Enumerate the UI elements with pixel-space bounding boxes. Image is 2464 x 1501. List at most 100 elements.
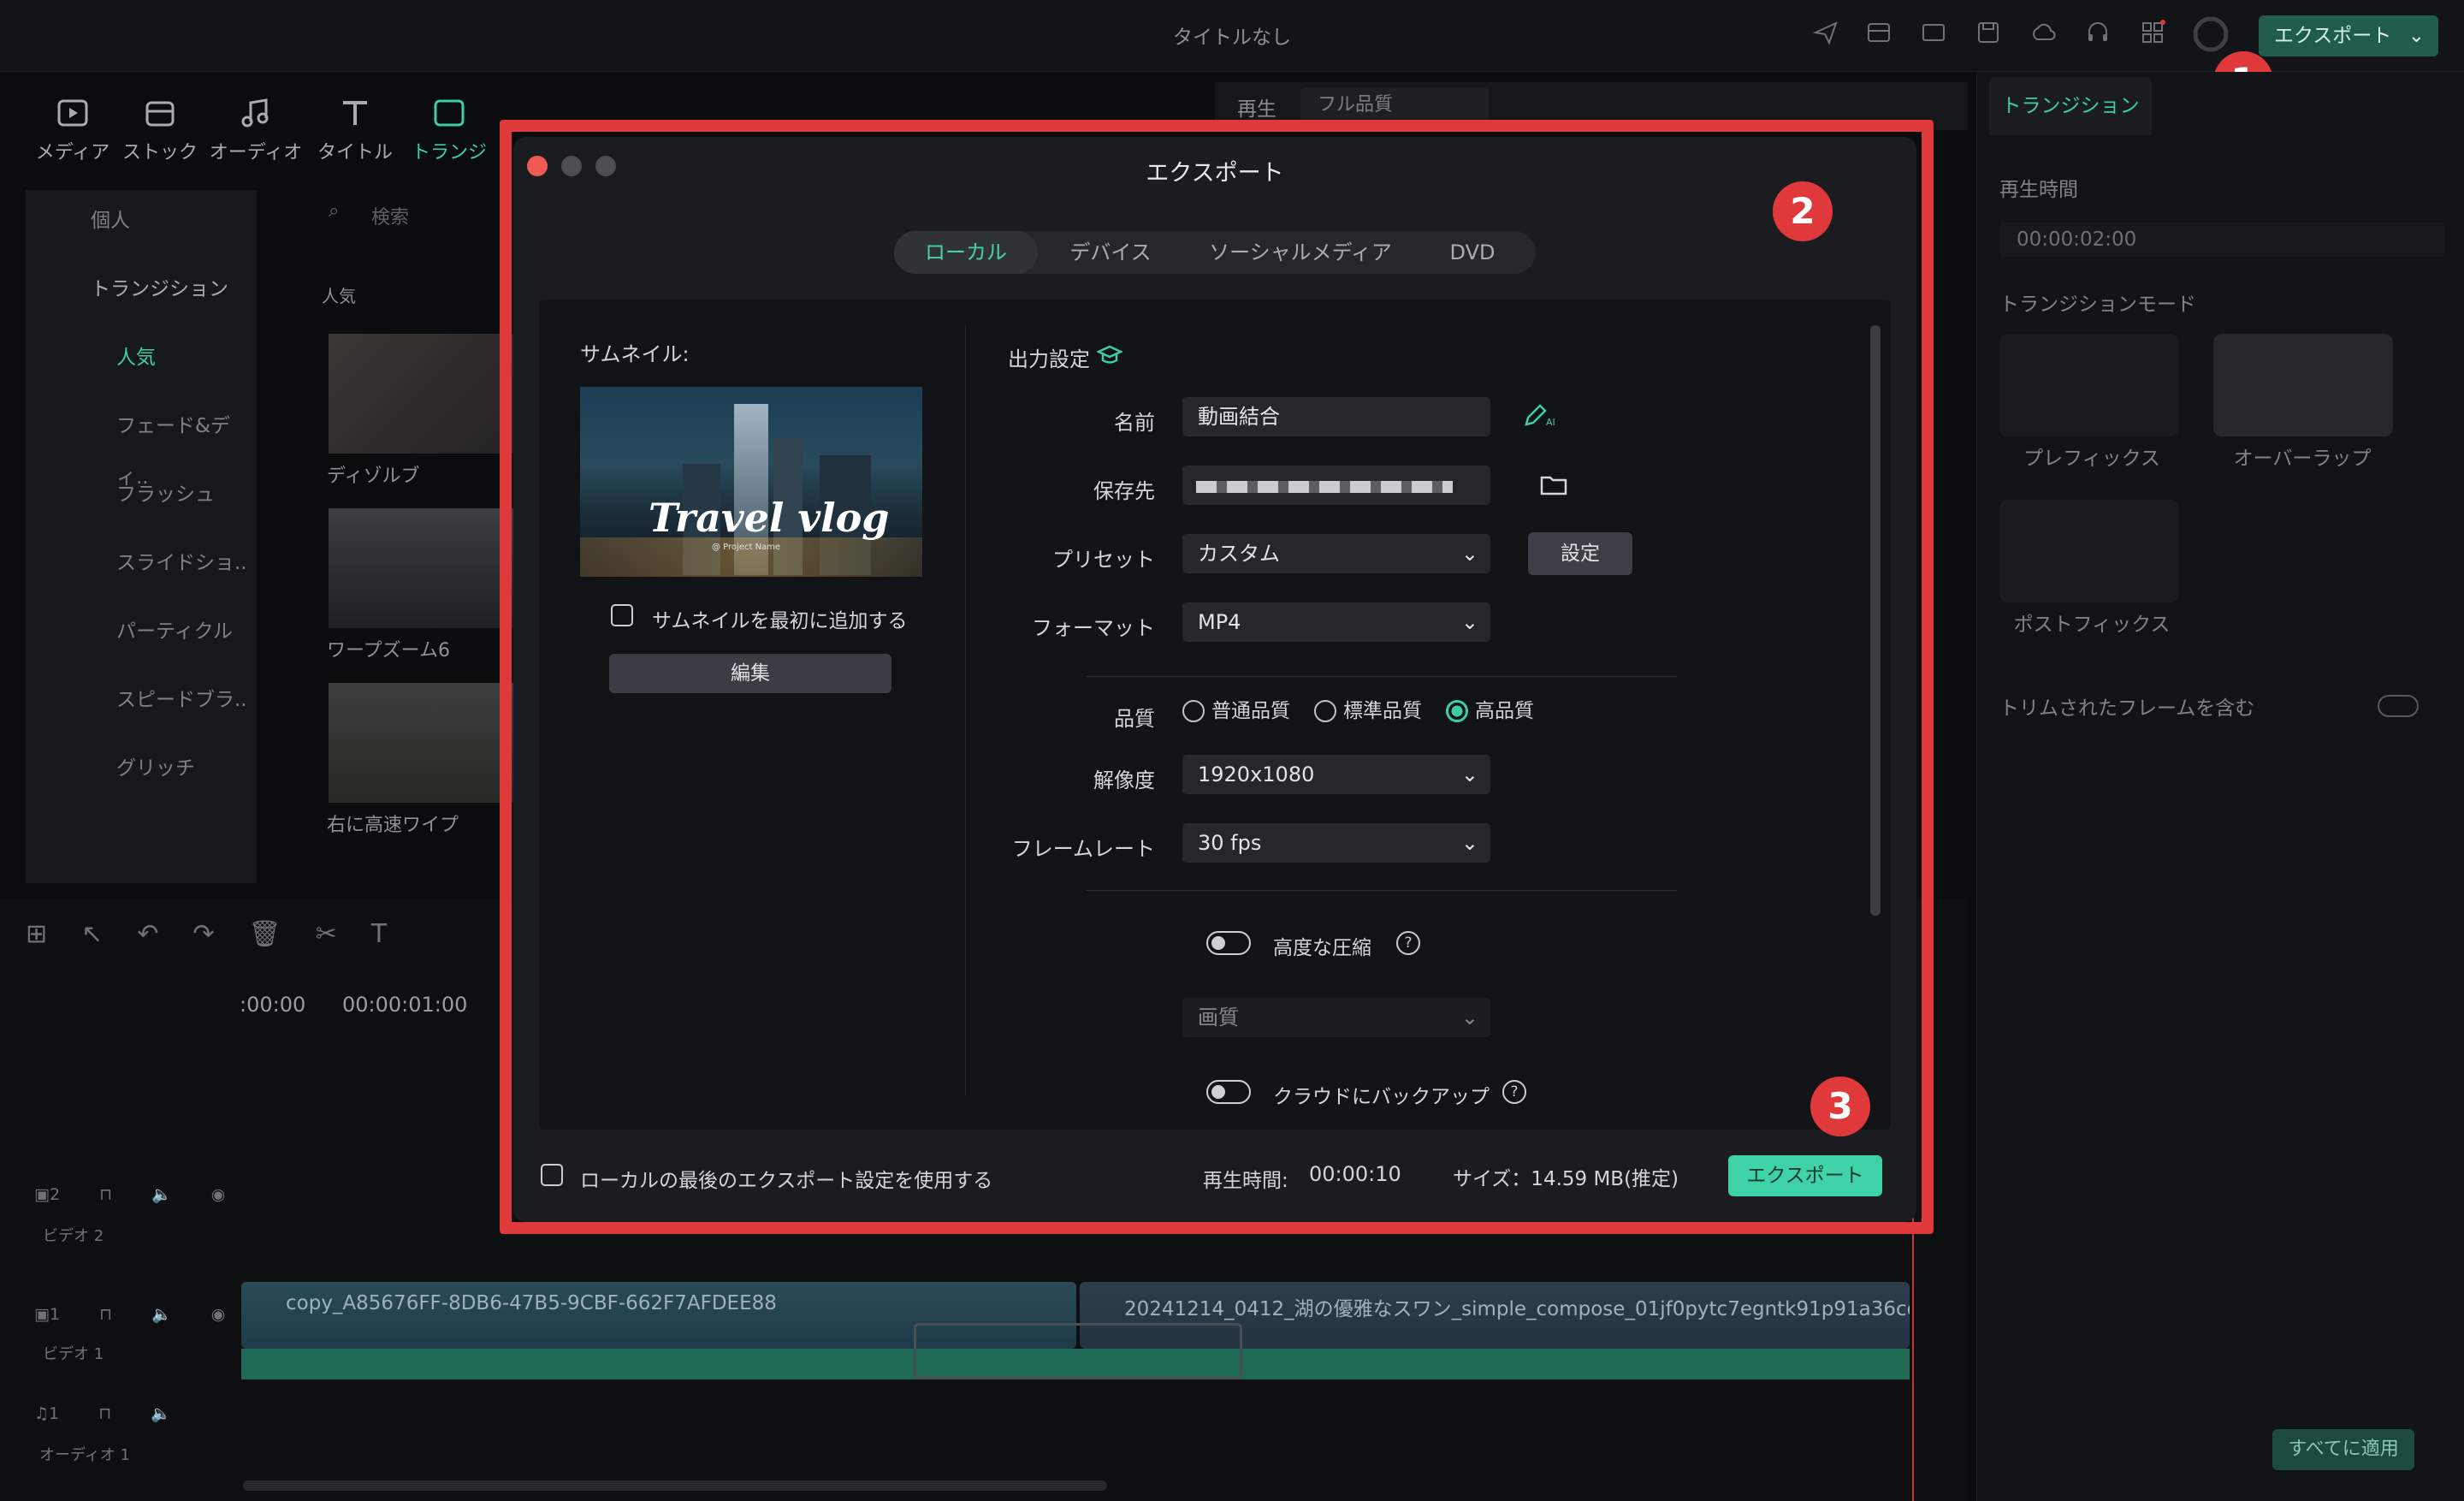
advanced-compression-toggle[interactable] [1206, 931, 1251, 955]
tab-dvd[interactable]: DVD [1418, 231, 1527, 274]
tab-audio[interactable]: オーディオ [209, 86, 303, 164]
quality-normal-label: 普通品質 [1211, 700, 1290, 722]
track-video2-name: ビデオ 2 [43, 1227, 104, 1245]
library-section-title: 人気 [322, 286, 356, 306]
add-thumbnail-label: サムネイルを最初に追加する [652, 610, 908, 632]
sidebar-item-speedblur[interactable]: スピードブラ.. [26, 674, 257, 726]
sidebar-item-fade[interactable]: フェード&ディ.. [26, 400, 257, 489]
quality-normal-radio[interactable]: 普通品質 [1182, 698, 1290, 724]
export-top-button[interactable]: エクスポート ⌄ [2259, 15, 2438, 56]
quality-standard-radio[interactable]: 標準品質 [1314, 698, 1422, 724]
lock-icon[interactable]: ⊓ [98, 1404, 111, 1423]
edit-thumbnail-button[interactable]: 編集 [609, 654, 891, 693]
export-dialog: エクスポート ローカル デバイス ソーシャルメディア DVD サムネイル: Tr… [513, 137, 1916, 1222]
speaker-icon[interactable]: 🔈 [151, 1404, 171, 1423]
transition-inspector: トランジション 再生時間 00:00:02:00 トランジションモード プレフィ… [1976, 72, 2464, 1501]
cloud-upload-icon[interactable] [2029, 19, 2064, 53]
preset-select[interactable]: カスタム ⌄ [1182, 534, 1490, 573]
redacted-path [1196, 481, 1453, 493]
export-top-label: エクスポート [2274, 25, 2392, 47]
sidebar-item-flash[interactable]: フラッシュ [26, 469, 257, 520]
preview-quality-select[interactable]: フル品質 [1300, 87, 1489, 123]
export-size-estimate: サイズ：14.59 MB(推定) [1453, 1168, 1679, 1190]
resolution-select[interactable]: 1920x1080 ⌄ [1182, 755, 1490, 794]
account-avatar-icon[interactable] [2192, 15, 2229, 52]
timeline-scrollbar[interactable] [243, 1480, 1107, 1491]
stock-icon [145, 101, 175, 127]
export-settings-panel: サムネイル: Travel vlog @ Project Name サムネイルを… [539, 300, 1891, 1130]
apply-all-button[interactable]: すべてに適用 [2272, 1429, 2414, 1470]
track-num: 1 [49, 1404, 60, 1423]
graduation-cap-icon[interactable] [1097, 344, 1122, 366]
format-select[interactable]: MP4 ⌄ [1182, 602, 1490, 642]
save-icon[interactable] [1975, 19, 2009, 53]
sidebar-item-glitch[interactable]: グリッチ [26, 743, 257, 794]
layout-icon[interactable] [1865, 19, 1899, 53]
quality-high-radio[interactable]: 高品質 [1446, 698, 1534, 724]
cloud-backup-toggle[interactable] [1206, 1080, 1251, 1104]
framerate-select[interactable]: 30 fps ⌄ [1182, 823, 1490, 863]
preset-value: カスタム [1198, 542, 1280, 566]
use-last-settings-label: ローカルの最後のエクスポート設定を使用する [580, 1170, 993, 1192]
add-thumbnail-checkbox[interactable] [611, 604, 633, 626]
ai-pen-icon[interactable]: AI [1523, 402, 1557, 430]
transition-block[interactable] [914, 1323, 1242, 1379]
headset-icon[interactable] [2084, 19, 2118, 53]
mode-postfix-card[interactable] [1999, 500, 2179, 602]
thumbnail-image[interactable]: Travel vlog @ Project Name [580, 387, 922, 577]
help-icon[interactable]: ? [1502, 1080, 1526, 1104]
sidebar-item-personal[interactable]: 個人 [26, 195, 257, 246]
preset-settings-button[interactable]: 設定 [1528, 532, 1632, 575]
timeline-tools[interactable]: ⊞↖↶↷🗑✂T [26, 919, 488, 953]
apps-grid-icon[interactable] [2139, 19, 2173, 53]
sidebar-item-popular[interactable]: 人気 [26, 332, 257, 383]
speaker-icon[interactable]: 🔈 [151, 1185, 172, 1204]
eye-icon[interactable]: ◉ [211, 1305, 226, 1324]
tab-device[interactable]: デバイス [1038, 231, 1183, 274]
duration-input[interactable]: 00:00:02:00 [1999, 222, 2444, 257]
thumb-dissolve[interactable] [329, 334, 525, 454]
trim-frames-toggle[interactable] [2378, 695, 2419, 717]
sidebar-item-transitions[interactable]: トランジション [26, 264, 257, 315]
mode-prefix-card[interactable] [1999, 334, 2179, 436]
lock-icon[interactable]: ⊓ [99, 1185, 112, 1204]
use-last-settings-checkbox[interactable] [541, 1164, 563, 1186]
speaker-icon[interactable]: 🔈 [151, 1305, 172, 1324]
search-icon[interactable]: ⌕ [329, 200, 339, 222]
export-duration-value: 00:00:10 [1309, 1162, 1401, 1186]
settings-scrollbar[interactable] [1870, 325, 1881, 916]
save-location-field[interactable] [1182, 466, 1490, 505]
tab-stock[interactable]: ストック [113, 86, 207, 164]
thumb-warpzoom[interactable] [329, 508, 525, 628]
help-icon[interactable]: ? [1396, 931, 1420, 955]
sidebar-item-particle[interactable]: パーティクル [26, 606, 257, 657]
tab-transition[interactable]: トランジ [402, 86, 496, 164]
eye-icon[interactable]: ◉ [211, 1185, 226, 1204]
tab-social[interactable]: ソーシャルメディア [1183, 231, 1418, 274]
chevron-down-icon: ⌄ [1460, 610, 1478, 634]
send-icon[interactable] [1812, 19, 1846, 53]
preset-label: プリセット [1052, 548, 1155, 572]
tab-transition-inspector[interactable]: トランジション [1989, 77, 2152, 135]
library-search-input[interactable]: 検索 [371, 202, 409, 229]
lock-icon[interactable]: ⊓ [99, 1305, 112, 1324]
track-num: 1 [49, 1305, 61, 1324]
title-bar: タイトルなし エクスポート ⌄ [0, 0, 2464, 72]
mode-overlap-card[interactable] [2213, 334, 2393, 436]
chevron-down-icon: ⌄ [1460, 831, 1478, 855]
folder-icon[interactable] [1540, 472, 1567, 496]
thumb-dissolve-label: ディゾルブ [327, 466, 420, 487]
name-input[interactable]: 動画結合 [1182, 397, 1490, 436]
format-value: MP4 [1198, 610, 1241, 634]
tab-media[interactable]: メディア [26, 86, 120, 164]
export-button[interactable]: エクスポート [1728, 1155, 1882, 1196]
monitor-icon[interactable] [1920, 19, 1954, 53]
tab-title[interactable]: タイトル [308, 86, 402, 164]
thumb-wipe[interactable] [329, 683, 525, 803]
sidebar-item-slideshow[interactable]: スライドショ.. [26, 537, 257, 589]
compression-quality-select[interactable]: 画質 ⌄ [1182, 998, 1490, 1037]
framerate-label: フレームレート [1011, 837, 1155, 861]
film-icon: ▣ [34, 1305, 50, 1324]
tab-local[interactable]: ローカル [894, 231, 1038, 274]
track-num: 2 [49, 1185, 61, 1204]
